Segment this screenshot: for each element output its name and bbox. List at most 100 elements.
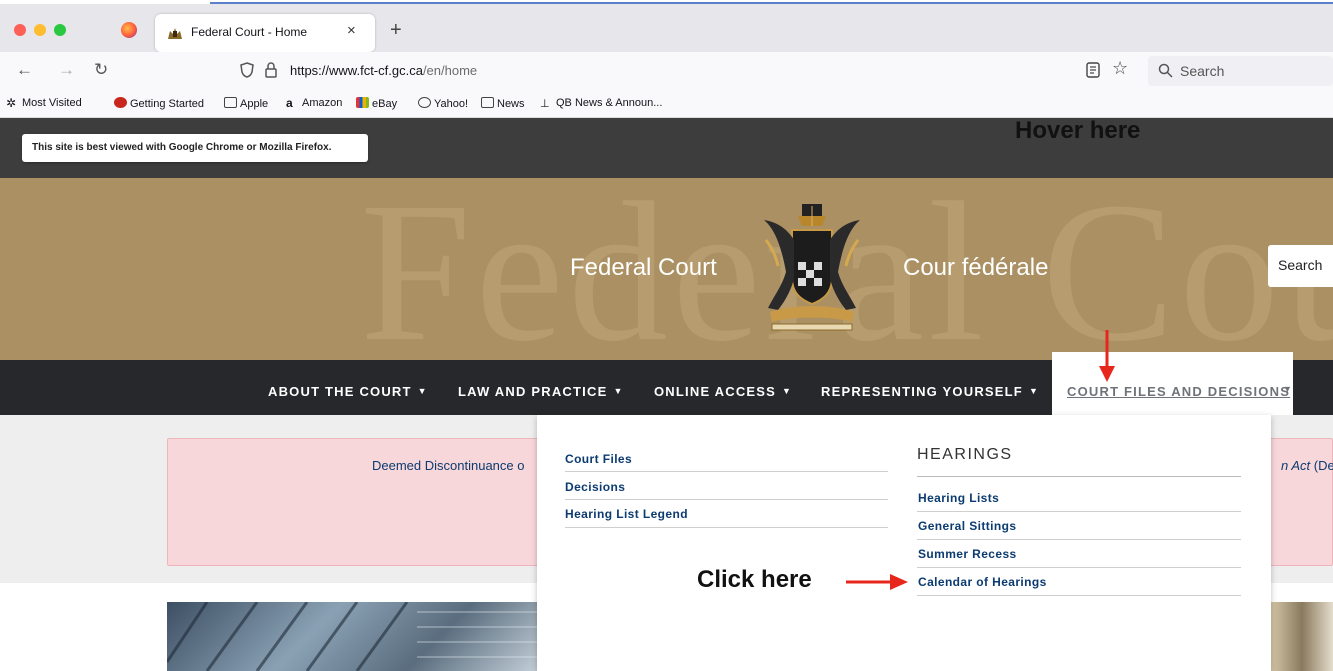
bookmarks-bar: ✲ Most Visited Getting Started Apple a Ama… <box>0 90 1333 118</box>
alert-text-suffix: (Dec <box>1313 458 1333 473</box>
menu-item-general-sittings[interactable]: General Sittings <box>918 519 1016 533</box>
menu-divider <box>917 595 1241 596</box>
bookmark-label: eBay <box>372 98 398 110</box>
menu-divider <box>917 567 1241 568</box>
tab-close-icon[interactable]: × <box>347 22 356 39</box>
caret-down-icon: ▼ <box>417 386 428 396</box>
click-arrow-icon <box>846 574 908 590</box>
bookmark-label: Apple <box>240 98 269 110</box>
forward-icon[interactable]: → <box>58 60 75 80</box>
back-icon[interactable]: ← <box>16 60 33 80</box>
bookmark-label: Most Visited <box>22 97 82 109</box>
nav-representing-yourself[interactable]: REPRESENTING YOURSELF ▼ <box>821 384 1039 399</box>
building-photo-lines <box>167 602 537 671</box>
browser-search-box[interactable]: Search <box>1148 56 1333 86</box>
close-window-button[interactable] <box>14 24 26 36</box>
folder-icon <box>481 97 494 108</box>
bookmark-news[interactable]: News <box>481 97 525 110</box>
browser-search-placeholder: Search <box>1180 63 1225 79</box>
url-bar[interactable]: https://www.fct-cf.gc.ca/en/home <box>230 57 1140 85</box>
bookmark-label: QB News & Announ... <box>556 97 663 109</box>
bookmark-ebay[interactable]: eBay <box>356 97 397 110</box>
nav-label: LAW AND PRACTICE <box>458 384 608 399</box>
globe-icon <box>418 97 431 108</box>
nav-label: ONLINE ACCESS <box>654 384 777 399</box>
tracking-shield-icon[interactable] <box>240 62 254 78</box>
folder-icon <box>224 97 237 108</box>
nav-online-access[interactable]: ONLINE ACCESS ▼ <box>654 384 792 399</box>
caret-down-icon: ▼ <box>1028 386 1040 396</box>
caret-down-icon: ▼ <box>782 386 793 396</box>
building-photo <box>167 602 537 671</box>
navigation-toolbar: ← → ↻ https://www.fct-cf.gc.ca/en/home <box>0 52 1333 90</box>
caret-down-icon: ▼ <box>1283 384 1292 394</box>
bookmark-star-icon[interactable]: ☆ <box>1112 58 1128 79</box>
court-files-dropdown <box>537 415 1271 671</box>
url-host: https://www.fct-cf.gc.ca <box>290 63 423 78</box>
menu-divider <box>917 539 1241 540</box>
bookmark-qb-news[interactable]: ⊥ QB News & Announ... <box>540 97 662 110</box>
menu-item-calendar-of-hearings[interactable]: Calendar of Hearings <box>918 575 1047 589</box>
browser-notice: This site is best viewed with Google Chr… <box>22 134 368 162</box>
bookmark-label: Yahoo! <box>434 98 469 110</box>
alert-act-italic: n Act <box>1281 458 1311 473</box>
menu-item-court-files[interactable]: Court Files <box>565 452 632 466</box>
bookmark-getting-started[interactable]: Getting Started <box>114 97 204 110</box>
url-text[interactable]: https://www.fct-cf.gc.ca/en/home <box>290 63 477 78</box>
menu-item-hearing-lists[interactable]: Hearing Lists <box>918 491 999 505</box>
alert-text-left[interactable]: Deemed Discontinuance o <box>372 458 524 473</box>
lock-icon[interactable] <box>264 61 278 79</box>
amazon-icon: a <box>286 96 293 110</box>
bookmark-label: Amazon <box>302 97 343 109</box>
url-path: /en/home <box>422 63 478 78</box>
court-favicon-icon <box>168 28 182 39</box>
ebay-bag-icon <box>356 97 369 108</box>
site-search-label: Search <box>1278 257 1323 273</box>
reload-icon[interactable]: ↻ <box>94 60 108 80</box>
menu-divider <box>917 476 1241 477</box>
menu-divider <box>565 499 888 500</box>
bookmark-amazon[interactable]: a Amazon <box>286 97 342 109</box>
reader-view-icon[interactable] <box>1086 62 1100 78</box>
menu-divider <box>565 471 888 472</box>
site-search-button[interactable]: Search <box>1268 245 1333 287</box>
court-name-english[interactable]: Federal Court <box>570 254 717 282</box>
nav-label: REPRESENTING YOURSELF <box>821 384 1023 399</box>
firefox-bookmark-icon <box>114 97 127 108</box>
bookmark-label: News <box>497 98 525 110</box>
gear-icon: ✲ <box>6 96 17 110</box>
menu-item-hearing-list-legend[interactable]: Hearing List Legend <box>565 507 688 521</box>
new-tab-button[interactable]: + <box>390 19 402 42</box>
tab-title: Federal Court - Home <box>191 25 308 39</box>
menu-item-summer-recess[interactable]: Summer Recess <box>918 547 1017 561</box>
menu-item-decisions[interactable]: Decisions <box>565 480 625 494</box>
nav-law-and-practice[interactable]: LAW AND PRACTICE ▼ <box>458 384 624 399</box>
site-header: Federal Court Federal Court Cour fédéral… <box>0 178 1333 360</box>
alert-text-right[interactable]: n Act (Dec <box>1281 458 1333 473</box>
qb-icon: ⊥ <box>540 98 550 110</box>
bookmark-yahoo[interactable]: Yahoo! <box>418 97 468 110</box>
search-icon <box>1158 63 1173 78</box>
click-annotation: Click here <box>697 566 812 593</box>
notice-text: This site is best viewed with Google Chr… <box>32 142 332 153</box>
menu-divider <box>565 527 888 528</box>
court-name-french[interactable]: Cour fédérale <box>903 254 1048 282</box>
firefox-icon <box>121 22 137 38</box>
browser-tab[interactable]: Federal Court - Home × <box>155 14 375 52</box>
hearings-heading: HEARINGS <box>917 446 1013 463</box>
nav-label: ABOUT THE COURT <box>268 384 412 399</box>
hover-arrow-icon <box>1099 330 1115 382</box>
menu-divider <box>917 511 1241 512</box>
nav-about-the-court[interactable]: ABOUT THE COURT ▼ <box>268 384 428 399</box>
zoom-window-button[interactable] <box>54 24 66 36</box>
tab-bar: Federal Court - Home × + <box>0 4 1333 52</box>
minimize-window-button[interactable] <box>34 24 46 36</box>
bookmark-most-visited[interactable]: ✲ Most Visited <box>6 97 82 109</box>
nav-label: COURT FILES AND DECISIONS <box>1067 384 1291 399</box>
side-photo <box>1271 602 1333 671</box>
bookmark-apple[interactable]: Apple <box>224 97 268 110</box>
bookmark-label: Getting Started <box>130 98 204 110</box>
caret-down-icon: ▼ <box>613 386 624 396</box>
coat-of-arms-logo[interactable] <box>752 200 872 332</box>
hover-annotation: Hover here <box>1015 117 1141 144</box>
